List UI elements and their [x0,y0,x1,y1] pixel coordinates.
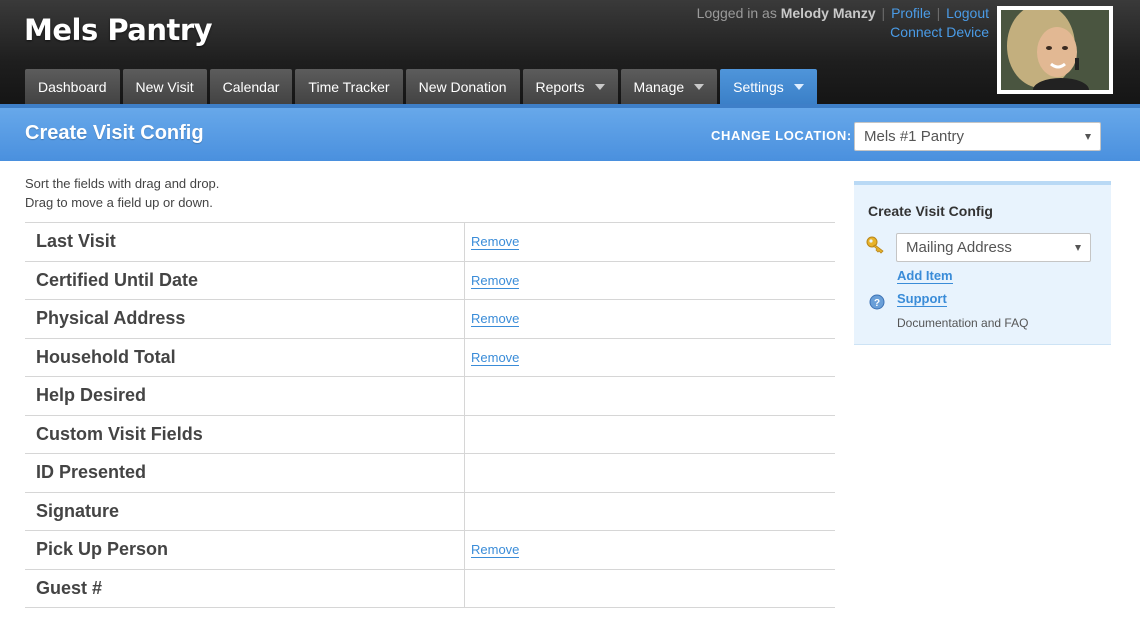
user-line: Logged in as Melody Manzy | Profile | Lo… [697,4,989,23]
support-description: Documentation and FAQ [897,316,1029,330]
field-name: Custom Visit Fields [25,415,465,453]
field-name: ID Presented [25,454,465,492]
change-location-label: CHANGE LOCATION: [711,128,852,143]
add-item-link[interactable]: Add Item [897,269,953,284]
chevron-down-icon [1075,245,1081,251]
chevron-down-icon [1085,134,1091,140]
profile-link[interactable]: Profile [891,5,931,21]
remove-link[interactable]: Remove [471,234,520,250]
separator: | [936,5,941,21]
user-name: Melody Manzy [780,5,876,21]
field-action-empty [465,377,835,415]
nav-tabs: Dashboard New Visit Calendar Time Tracke… [25,69,820,104]
tab-label: Reports [535,78,585,95]
tab-dashboard[interactable]: Dashboard [25,69,120,104]
user-area: Logged in as Melody Manzy | Profile | Lo… [697,4,989,42]
tab-new-donation[interactable]: New Donation [405,69,520,104]
tab-label: New Donation [418,78,507,95]
top-header: Mels Pantry Logged in as Melody Manzy | … [0,0,1140,104]
field-action-empty [465,454,835,492]
field-type-select-value: Mailing Address [906,239,1012,256]
field-row-last-visit[interactable]: Last Visit Remove [25,223,835,262]
app-title: Mels Pantry [24,13,213,47]
remove-link[interactable]: Remove [471,349,520,366]
field-type-select[interactable]: Mailing Address [896,233,1091,262]
support-link[interactable]: Support [897,292,947,307]
logout-link[interactable]: Logout [946,5,989,21]
avatar-photo [1001,10,1109,90]
field-name: Signature [25,492,465,530]
field-row-pick-up-person[interactable]: Pick Up Person Remove [25,531,835,570]
svg-text:?: ? [874,298,880,309]
tab-label: Calendar [222,78,280,95]
tab-manage[interactable]: Manage [620,69,718,104]
fields-table: Last Visit Remove Certified Until Date R… [25,222,835,608]
field-row-household-total[interactable]: Household Total Remove [25,338,835,377]
tab-time-tracker[interactable]: Time Tracker [295,69,403,104]
tab-calendar[interactable]: Calendar [209,69,293,104]
field-name: Household Total [25,338,465,376]
key-icon [866,236,884,254]
sidebar-panel: Create Visit Config Mailing Address Add … [854,181,1111,345]
tab-label: New Visit [135,78,194,95]
field-row-help-desired[interactable]: Help Desired [25,377,835,416]
field-name: Last Visit [25,223,465,261]
tab-label: Dashboard [38,78,107,95]
location-select[interactable]: Mels #1 Pantry [854,122,1101,151]
instructions: Sort the fields with drag and drop. Drag… [25,174,219,212]
remove-link[interactable]: Remove [471,311,520,327]
field-name: Pick Up Person [25,531,465,569]
sidebar-title: Create Visit Config [868,203,993,219]
field-row-certified-until-date[interactable]: Certified Until Date Remove [25,261,835,300]
title-bar: Create Visit Config CHANGE LOCATION: Mel… [0,104,1140,161]
field-row-physical-address[interactable]: Physical Address Remove [25,300,835,339]
tab-label: Settings [733,78,784,95]
connect-device-link[interactable]: Connect Device [890,24,989,40]
remove-link[interactable]: Remove [471,272,520,289]
location-select-value: Mels #1 Pantry [864,128,965,145]
tab-label: Manage [633,78,685,95]
help-icon: ? [869,294,885,310]
field-action-empty [465,493,835,531]
logged-in-label: Logged in as [696,5,777,21]
field-name: Help Desired [25,377,465,415]
field-action-empty [465,416,835,454]
tab-settings[interactable]: Settings [720,69,817,104]
field-row-custom-visit-fields[interactable]: Custom Visit Fields [25,415,835,454]
field-name: Guest # [25,569,465,607]
field-row-guest[interactable]: Guest # [25,569,835,608]
remove-link[interactable]: Remove [471,542,520,558]
separator: | [881,5,886,21]
page-title: Create Visit Config [25,122,204,144]
field-row-id-presented[interactable]: ID Presented [25,454,835,493]
tab-label: Time Tracker [308,78,390,95]
chevron-down-icon [594,83,605,90]
tab-reports[interactable]: Reports [522,69,618,104]
chevron-down-icon [694,83,705,90]
field-row-signature[interactable]: Signature [25,492,835,531]
tab-new-visit[interactable]: New Visit [122,69,207,104]
field-action-empty [465,570,835,608]
instruction-line: Drag to move a field up or down. [25,195,213,210]
avatar-portrait-icon [1001,10,1109,90]
chevron-down-icon [793,83,804,90]
field-name: Physical Address [25,300,465,338]
field-name: Certified Until Date [25,261,465,299]
avatar[interactable] [997,6,1113,94]
instruction-line: Sort the fields with drag and drop. [25,176,220,191]
